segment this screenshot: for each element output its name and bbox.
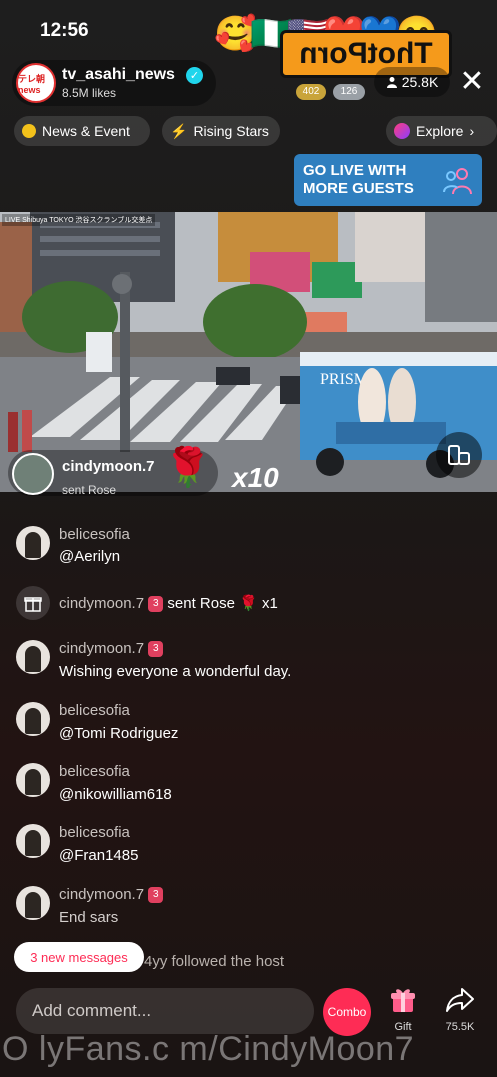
chat-username[interactable]: belicesofia (59, 763, 130, 780)
tab-rising-stars[interactable]: ⚡ Rising Stars (162, 116, 280, 146)
level-badge: 3 (148, 641, 164, 658)
go-live-line2: MORE GUESTS (303, 180, 414, 197)
comment-input[interactable]: Add comment... (16, 988, 314, 1034)
guests-icon (443, 168, 472, 195)
chat-message: @Aerilyn (59, 548, 121, 565)
chat-username[interactable]: cindymoon.7 (59, 886, 144, 903)
go-live-banner[interactable]: GO LIVE WITH MORE GUESTS (294, 154, 482, 206)
gift-icon (391, 989, 415, 1012)
chat-username[interactable]: belicesofia (59, 702, 130, 719)
gift-sender-name[interactable]: cindymoon.7 (62, 458, 155, 475)
viewer-count-value: 25.8K (401, 74, 439, 90)
host-name[interactable]: tv_asahi_news (62, 66, 175, 84)
gift-box-icon (24, 597, 42, 612)
new-messages-button[interactable]: 3 new messages (14, 942, 144, 972)
tab-explore[interactable]: Explore › (386, 116, 497, 146)
chat-user-line: cindymoon.7 3 (59, 886, 164, 904)
chat-avatar[interactable] (16, 702, 50, 736)
host-likes: 8.5M likes (62, 86, 117, 100)
combo-button[interactable]: Combo (323, 988, 371, 1036)
chat-gift-avatar (16, 586, 50, 620)
rose-icon: 🌹 (239, 595, 258, 612)
verified-icon: ✓ (186, 67, 203, 84)
gift-count: x10 (232, 462, 279, 493)
chat-gift-count: x1 (261, 595, 278, 612)
close-icon[interactable]: ✕ (456, 64, 488, 100)
level-badge: 3 (148, 887, 164, 904)
tab-news-event[interactable]: News & Event (14, 116, 150, 146)
video-caption: LIVE Shibuya TOKYO 渋谷スクランブル交差点 (2, 214, 156, 226)
picture-in-picture-button[interactable] (436, 432, 482, 478)
share-button[interactable]: 75.5K (438, 986, 482, 1033)
follow-notice: 4yy followed the host (144, 953, 285, 970)
gift-sender-avatar[interactable] (12, 453, 54, 495)
chat-avatar[interactable] (16, 640, 50, 674)
chat-username[interactable]: cindymoon.7 (59, 595, 144, 612)
level-badge: 3 (148, 596, 164, 613)
chevron-right-icon: › (469, 123, 475, 139)
chat-message: @nikowilliam618 (59, 786, 172, 803)
chat-message: @Fran1485 (59, 847, 139, 864)
lightning-icon: ⚡ (170, 122, 188, 139)
person-icon (386, 77, 397, 88)
chat-username[interactable]: belicesofia (59, 526, 130, 543)
pip-icon (448, 445, 470, 465)
gift-action: sent Rose (62, 483, 117, 497)
tab-explore-label: Explore (416, 123, 464, 139)
viewer-count[interactable]: 25.8K (374, 67, 450, 97)
chat-message: Wishing everyone a wonderful day. (59, 663, 292, 680)
tab-news-event-label: News & Event (42, 123, 130, 139)
chat-avatar[interactable] (16, 526, 50, 560)
tab-rising-stars-label: Rising Stars (193, 123, 269, 139)
chat-avatar[interactable] (16, 763, 50, 797)
status-time: 12:56 (40, 20, 89, 41)
chat-message: End sars (59, 909, 119, 926)
chat-message: @Tomi Rodriguez (59, 725, 179, 742)
chat-gift-action: sent Rose (167, 595, 235, 612)
go-live-line1: GO LIVE WITH (303, 162, 407, 179)
chat-avatar[interactable] (16, 824, 50, 858)
rank-badge-secondary[interactable]: 126 (333, 84, 365, 100)
share-count: 75.5K (445, 1021, 475, 1033)
bottom-watermark: O lyFans.c m/CindyMoon7 (2, 1030, 415, 1068)
chat-username[interactable]: belicesofia (59, 824, 130, 841)
chat-username[interactable]: cindymoon.7 (59, 640, 144, 657)
chat-avatar[interactable] (16, 886, 50, 920)
go-live-banner-text: GO LIVE WITH MORE GUESTS (303, 162, 414, 198)
gift-button[interactable]: Gift (384, 986, 422, 1033)
chat-gift-line: cindymoon.7 3 sent Rose 🌹 x1 (59, 594, 278, 613)
share-arrow-icon (446, 988, 474, 1012)
rank-badge[interactable]: 402 (296, 84, 326, 100)
explore-icon (394, 123, 410, 139)
rose-icon: 🌹 (164, 447, 212, 489)
news-icon (22, 124, 36, 138)
chat-user-line: cindymoon.7 3 (59, 640, 164, 658)
host-avatar[interactable]: テレ朝 news (16, 63, 56, 103)
